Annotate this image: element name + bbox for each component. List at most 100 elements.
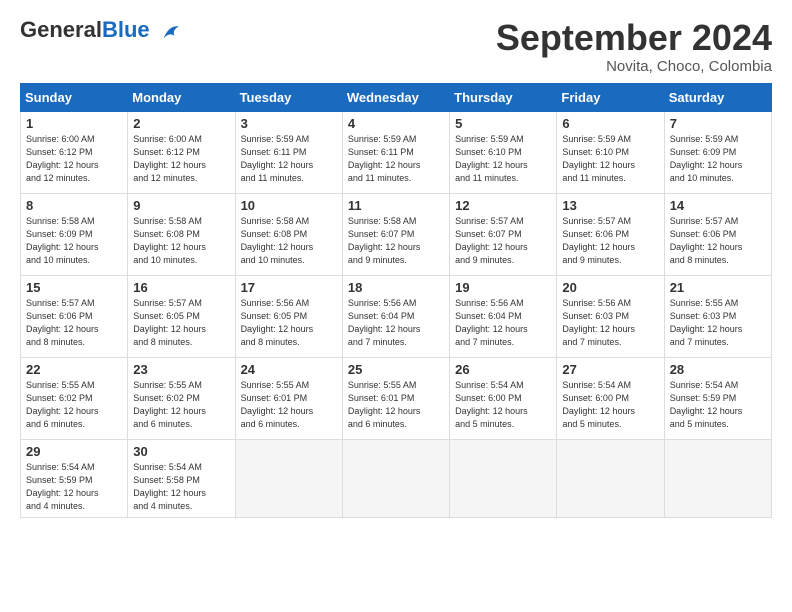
- calendar-cell: 16 Sunrise: 5:57 AM Sunset: 6:05 PM Dayli…: [128, 275, 235, 357]
- day-info: Sunrise: 5:56 AM Sunset: 6:05 PM Dayligh…: [241, 297, 337, 349]
- day-number: 17: [241, 280, 337, 295]
- weekday-header-sunday: Sunday: [21, 83, 128, 111]
- day-info: Sunrise: 5:58 AM Sunset: 6:08 PM Dayligh…: [133, 215, 229, 267]
- calendar-cell: 18 Sunrise: 5:56 AM Sunset: 6:04 PM Dayli…: [342, 275, 449, 357]
- day-info: Sunrise: 5:56 AM Sunset: 6:03 PM Dayligh…: [562, 297, 658, 349]
- logo-bird-icon: [158, 22, 180, 44]
- day-number: 13: [562, 198, 658, 213]
- day-info: Sunrise: 5:55 AM Sunset: 6:01 PM Dayligh…: [348, 379, 444, 431]
- calendar-cell: 21 Sunrise: 5:55 AM Sunset: 6:03 PM Dayli…: [664, 275, 771, 357]
- day-number: 25: [348, 362, 444, 377]
- calendar-cell: 5 Sunrise: 5:59 AM Sunset: 6:10 PM Daylig…: [450, 111, 557, 193]
- day-info: Sunrise: 5:54 AM Sunset: 5:59 PM Dayligh…: [26, 461, 122, 513]
- day-info: Sunrise: 5:55 AM Sunset: 6:02 PM Dayligh…: [133, 379, 229, 431]
- day-info: Sunrise: 5:59 AM Sunset: 6:11 PM Dayligh…: [348, 133, 444, 185]
- day-number: 20: [562, 280, 658, 295]
- calendar-cell: 28Sunrise: 5:54 AM Sunset: 5:59 PM Dayli…: [664, 357, 771, 439]
- weekday-header-friday: Friday: [557, 83, 664, 111]
- day-number: 6: [562, 116, 658, 131]
- day-number: 26: [455, 362, 551, 377]
- weekday-header-row: SundayMondayTuesdayWednesdayThursdayFrid…: [21, 83, 772, 111]
- calendar-cell: 1 Sunrise: 6:00 AM Sunset: 6:12 PM Daylig…: [21, 111, 128, 193]
- calendar-cell: 10 Sunrise: 5:58 AM Sunset: 6:08 PM Dayli…: [235, 193, 342, 275]
- day-info: Sunrise: 5:57 AM Sunset: 6:05 PM Dayligh…: [133, 297, 229, 349]
- logo-blue: Blue: [102, 17, 150, 42]
- calendar-cell: 8 Sunrise: 5:58 AM Sunset: 6:09 PM Daylig…: [21, 193, 128, 275]
- day-info: Sunrise: 6:00 AM Sunset: 6:12 PM Dayligh…: [133, 133, 229, 185]
- day-info: Sunrise: 5:54 AM Sunset: 5:58 PM Dayligh…: [133, 461, 229, 513]
- location-subtitle: Novita, Choco, Colombia: [496, 58, 772, 75]
- day-number: 18: [348, 280, 444, 295]
- calendar-cell: [664, 439, 771, 517]
- day-info: Sunrise: 5:58 AM Sunset: 6:07 PM Dayligh…: [348, 215, 444, 267]
- logo: GeneralBlue: [20, 18, 180, 44]
- day-info: Sunrise: 5:54 AM Sunset: 6:00 PM Dayligh…: [455, 379, 551, 431]
- day-info: Sunrise: 5:58 AM Sunset: 6:08 PM Dayligh…: [241, 215, 337, 267]
- calendar-table: SundayMondayTuesdayWednesdayThursdayFrid…: [20, 83, 772, 518]
- month-title: September 2024: [496, 18, 772, 58]
- day-number: 30: [133, 444, 229, 459]
- calendar-cell: 29 Sunrise: 5:54 AM Sunset: 5:59 PM Dayli…: [21, 439, 128, 517]
- calendar-cell: 26 Sunrise: 5:54 AM Sunset: 6:00 PM Dayli…: [450, 357, 557, 439]
- day-info: Sunrise: 5:59 AM Sunset: 6:09 PM Dayligh…: [670, 133, 766, 185]
- calendar-cell: 17 Sunrise: 5:56 AM Sunset: 6:05 PM Dayli…: [235, 275, 342, 357]
- day-info: Sunrise: 5:57 AM Sunset: 6:06 PM Dayligh…: [670, 215, 766, 267]
- day-number: 11: [348, 198, 444, 213]
- calendar-cell: 14 Sunrise: 5:57 AM Sunset: 6:06 PM Dayli…: [664, 193, 771, 275]
- calendar-cell: 23 Sunrise: 5:55 AM Sunset: 6:02 PM Dayli…: [128, 357, 235, 439]
- day-info: Sunrise: 5:55 AM Sunset: 6:03 PM Dayligh…: [670, 297, 766, 349]
- calendar-cell: 24Sunrise: 5:55 AM Sunset: 6:01 PM Dayli…: [235, 357, 342, 439]
- day-number: 5: [455, 116, 551, 131]
- weekday-header-wednesday: Wednesday: [342, 83, 449, 111]
- header-area: GeneralBlue September 2024 Novita, Choco…: [20, 18, 772, 75]
- day-number: 1: [26, 116, 122, 131]
- day-number: 29: [26, 444, 122, 459]
- calendar-cell: [235, 439, 342, 517]
- calendar-week-1: 1 Sunrise: 6:00 AM Sunset: 6:12 PM Daylig…: [21, 111, 772, 193]
- day-info: Sunrise: 5:59 AM Sunset: 6:10 PM Dayligh…: [455, 133, 551, 185]
- day-info: Sunrise: 5:57 AM Sunset: 6:07 PM Dayligh…: [455, 215, 551, 267]
- calendar-cell: 2 Sunrise: 6:00 AM Sunset: 6:12 PM Daylig…: [128, 111, 235, 193]
- day-info: Sunrise: 5:56 AM Sunset: 6:04 PM Dayligh…: [455, 297, 551, 349]
- calendar-week-3: 15Sunrise: 5:57 AM Sunset: 6:06 PM Dayli…: [21, 275, 772, 357]
- day-info: Sunrise: 5:59 AM Sunset: 6:10 PM Dayligh…: [562, 133, 658, 185]
- calendar-cell: 7Sunrise: 5:59 AM Sunset: 6:09 PM Daylig…: [664, 111, 771, 193]
- day-number: 8: [26, 198, 122, 213]
- day-number: 21: [670, 280, 766, 295]
- day-number: 27: [562, 362, 658, 377]
- calendar-cell: 11 Sunrise: 5:58 AM Sunset: 6:07 PM Dayli…: [342, 193, 449, 275]
- day-number: 9: [133, 198, 229, 213]
- title-area: September 2024 Novita, Choco, Colombia: [496, 18, 772, 75]
- calendar-cell: [450, 439, 557, 517]
- calendar-cell: 9 Sunrise: 5:58 AM Sunset: 6:08 PM Daylig…: [128, 193, 235, 275]
- calendar-cell: 15Sunrise: 5:57 AM Sunset: 6:06 PM Dayli…: [21, 275, 128, 357]
- day-info: Sunrise: 5:54 AM Sunset: 5:59 PM Dayligh…: [670, 379, 766, 431]
- calendar-cell: 22Sunrise: 5:55 AM Sunset: 6:02 PM Dayli…: [21, 357, 128, 439]
- day-info: Sunrise: 5:58 AM Sunset: 6:09 PM Dayligh…: [26, 215, 122, 267]
- day-number: 2: [133, 116, 229, 131]
- day-number: 4: [348, 116, 444, 131]
- calendar-cell: 12Sunrise: 5:57 AM Sunset: 6:07 PM Dayli…: [450, 193, 557, 275]
- day-number: 23: [133, 362, 229, 377]
- calendar-cell: [342, 439, 449, 517]
- calendar-cell: 3Sunrise: 5:59 AM Sunset: 6:11 PM Daylig…: [235, 111, 342, 193]
- weekday-header-saturday: Saturday: [664, 83, 771, 111]
- calendar-cell: 25 Sunrise: 5:55 AM Sunset: 6:01 PM Dayli…: [342, 357, 449, 439]
- day-number: 22: [26, 362, 122, 377]
- day-info: Sunrise: 5:55 AM Sunset: 6:01 PM Dayligh…: [241, 379, 337, 431]
- day-info: Sunrise: 6:00 AM Sunset: 6:12 PM Dayligh…: [26, 133, 122, 185]
- calendar-cell: 13Sunrise: 5:57 AM Sunset: 6:06 PM Dayli…: [557, 193, 664, 275]
- calendar-week-4: 22 Sunrise: 5:55 AM Sunset: 6:02 PM Dayli…: [21, 357, 772, 439]
- calendar-cell: 4 Sunrise: 5:59 AM Sunset: 6:11 PM Daylig…: [342, 111, 449, 193]
- calendar-cell: 27Sunrise: 5:54 AM Sunset: 6:00 PM Dayli…: [557, 357, 664, 439]
- weekday-header-tuesday: Tuesday: [235, 83, 342, 111]
- calendar-cell: [557, 439, 664, 517]
- weekday-header-monday: Monday: [128, 83, 235, 111]
- day-number: 15: [26, 280, 122, 295]
- day-number: 10: [241, 198, 337, 213]
- day-info: Sunrise: 5:56 AM Sunset: 6:04 PM Dayligh…: [348, 297, 444, 349]
- day-number: 14: [670, 198, 766, 213]
- calendar-cell: 19Sunrise: 5:56 AM Sunset: 6:04 PM Dayli…: [450, 275, 557, 357]
- calendar-cell: 6 Sunrise: 5:59 AM Sunset: 6:10 PM Daylig…: [557, 111, 664, 193]
- day-number: 16: [133, 280, 229, 295]
